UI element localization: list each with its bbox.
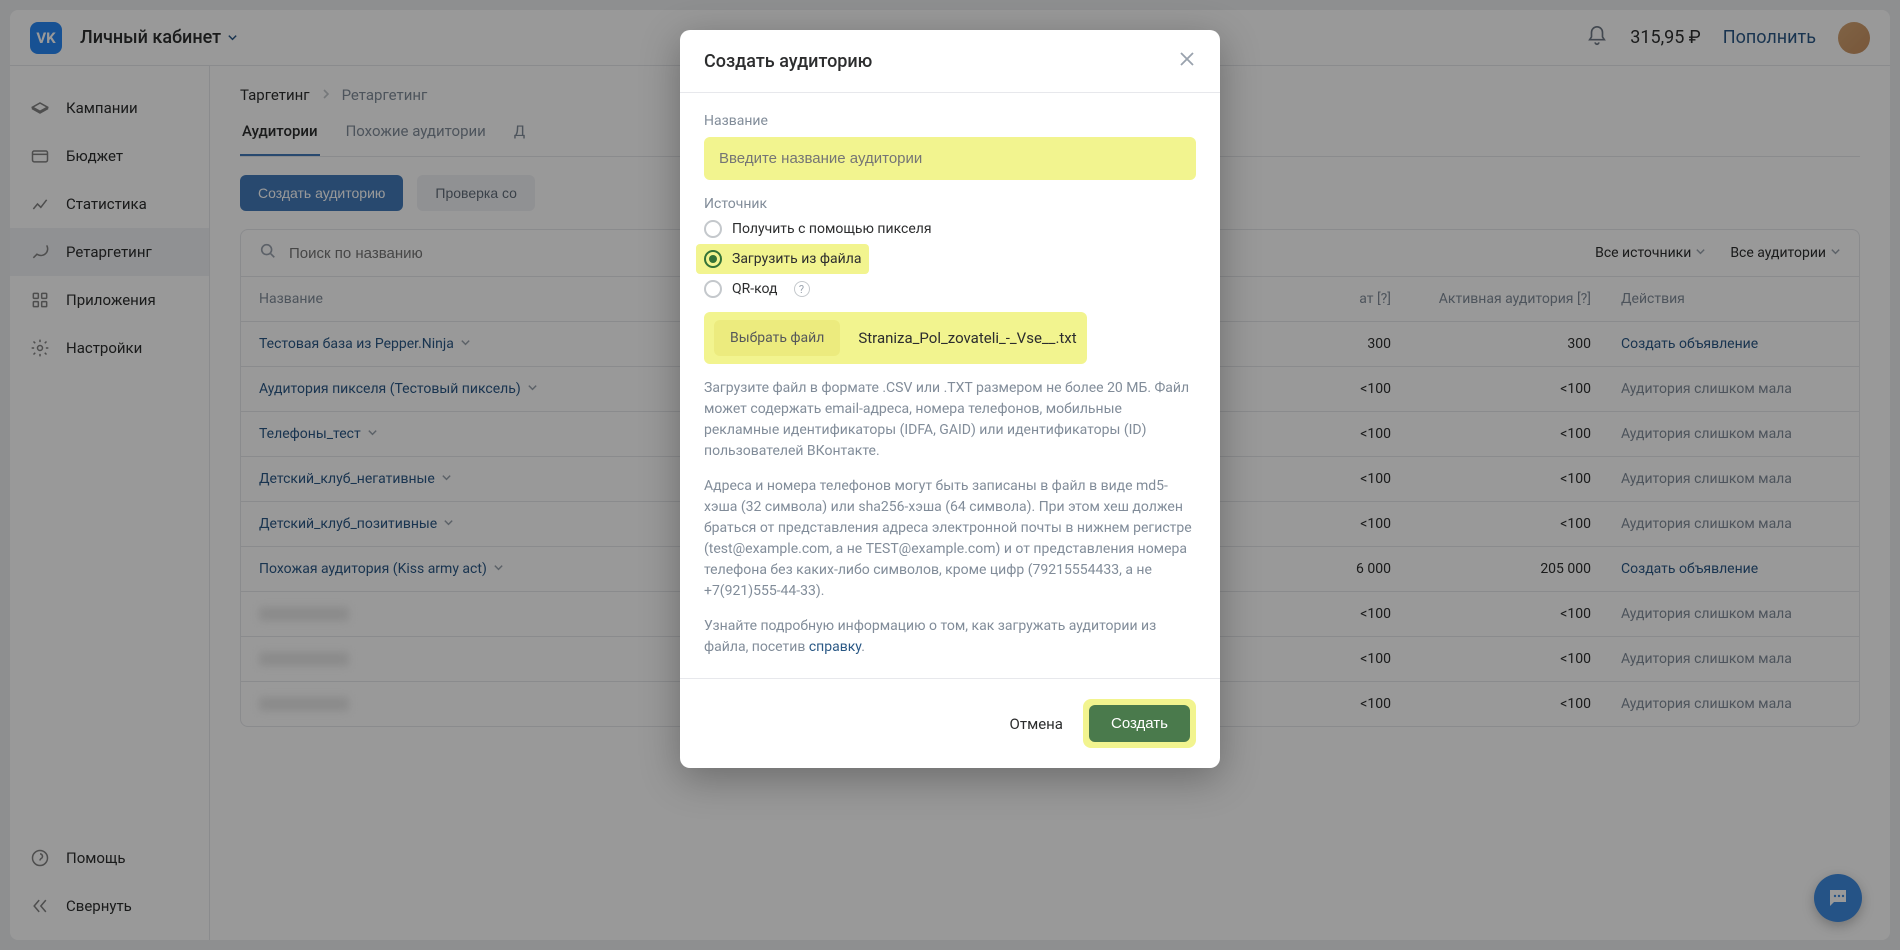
help-icon[interactable]: ?: [794, 281, 810, 297]
radio-label: QR-код: [732, 281, 778, 297]
help-link[interactable]: справку: [809, 639, 861, 655]
source-label: Источник: [704, 196, 1196, 212]
modal-title: Создать аудиторию: [704, 51, 872, 72]
source-radio-2[interactable]: QR-код?: [704, 280, 1196, 298]
radio-label: Загрузить из файла: [732, 251, 861, 267]
radio-icon: [704, 280, 722, 298]
upload-description-1: Загрузите файл в формате .CSV или .TXT р…: [704, 378, 1196, 462]
source-radio-1[interactable]: Загрузить из файла: [704, 250, 1196, 268]
audience-name-input[interactable]: [705, 138, 1195, 179]
close-icon[interactable]: [1178, 50, 1196, 72]
file-name: Straniza_Pol_zovateli_-_Vse__.txt: [858, 329, 1076, 347]
cancel-button[interactable]: Отмена: [1010, 715, 1063, 733]
create-audience-modal: Создать аудиторию Название Источник Полу…: [680, 30, 1220, 768]
source-radio-0[interactable]: Получить с помощью пикселя: [704, 220, 1196, 238]
name-label: Название: [704, 113, 1196, 129]
upload-description-2: Адреса и номера телефонов могут быть зап…: [704, 476, 1196, 602]
choose-file-button[interactable]: Выбрать файл: [714, 320, 840, 356]
radio-icon: [704, 220, 722, 238]
upload-description-3: Узнайте подробную информацию о том, как …: [704, 616, 1196, 658]
file-row: Выбрать файл Straniza_Pol_zovateli_-_Vse…: [704, 312, 1087, 364]
modal-overlay: Создать аудиторию Название Источник Полу…: [0, 0, 1900, 950]
create-button[interactable]: Создать: [1089, 705, 1190, 742]
radio-label: Получить с помощью пикселя: [732, 221, 932, 237]
radio-icon: [704, 250, 722, 268]
